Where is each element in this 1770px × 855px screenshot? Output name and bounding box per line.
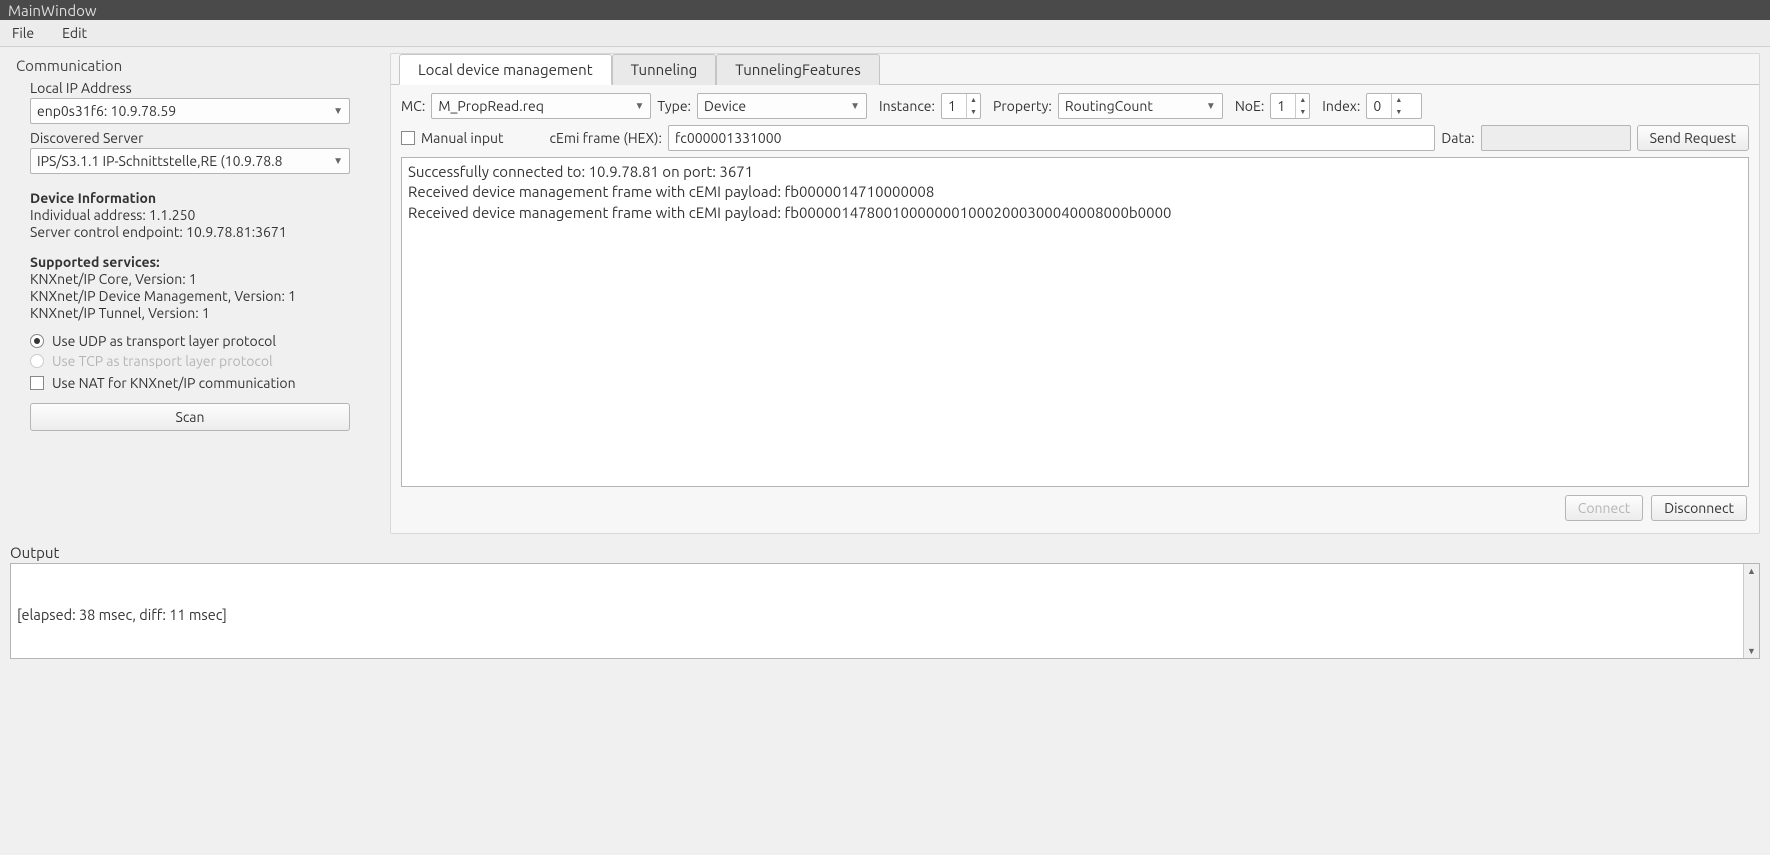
property-value: RoutingCount [1065,98,1153,114]
instance-spinner[interactable]: 1 ▲▼ [941,93,981,119]
communication-group: Communication Local IP Address enp0s31f6… [10,53,380,435]
cemi-label: cEmi frame (HEX): [550,130,662,146]
supported-services-header: Supported services: [30,254,160,270]
chevron-down-icon: ▼ [1206,100,1216,112]
type-value: Device [704,98,746,114]
radio-udp[interactable] [30,334,44,348]
check-nat-row[interactable]: Use NAT for KNXnet/IP communication [30,375,374,391]
index-spinner[interactable]: 0 ▲▼ [1366,93,1422,119]
tab-tunneling[interactable]: Tunneling [612,54,717,85]
mc-label: MC: [401,98,425,114]
type-select[interactable]: Device ▼ [697,93,867,119]
communication-title: Communication [16,57,374,74]
scroll-down-icon[interactable]: ▼ [1746,644,1757,658]
log-line: Received device management frame with cE… [408,182,1742,202]
tab-panel-local: MC: M_PropRead.req ▼ Type: Device ▼ Inst… [391,84,1759,533]
scrollbar[interactable]: ▲ ▼ [1743,564,1759,658]
check-nat[interactable] [30,376,44,390]
radio-tcp-label: Use TCP as transport layer protocol [52,353,273,369]
radio-udp-label: Use UDP as transport layer protocol [52,333,276,349]
menu-file[interactable]: File [6,23,40,43]
manual-input-check[interactable] [401,131,415,145]
output-title: Output [10,544,1760,561]
chevron-down-icon: ▼ [333,105,343,117]
noe-value: 1 [1271,94,1295,118]
device-info-header: Device Information [30,190,156,206]
mc-value: M_PropRead.req [438,98,544,114]
index-value: 0 [1367,94,1391,118]
radio-tcp-row: Use TCP as transport layer protocol [30,353,374,369]
log-output[interactable]: Successfully connected to: 10.9.78.81 on… [401,157,1749,487]
send-request-button[interactable]: Send Request [1637,125,1749,151]
noe-spinner[interactable]: 1 ▲▼ [1270,93,1310,119]
discovered-server-label: Discovered Server [30,130,374,146]
tab-local-device-management[interactable]: Local device management [399,54,612,85]
scroll-up-icon[interactable]: ▲ [1746,564,1757,578]
local-ip-combo[interactable]: enp0s31f6: 10.9.78.59 ▼ [30,98,350,124]
spin-up-icon[interactable]: ▲ [1392,94,1405,106]
disconnect-button[interactable]: Disconnect [1651,495,1747,521]
service-core: KNXnet/IP Core, Version: 1 [30,271,374,287]
window-titlebar: MainWindow [0,0,1770,20]
chevron-down-icon: ▼ [634,100,644,112]
spin-down-icon[interactable]: ▼ [967,106,980,118]
type-label: Type: [657,98,691,114]
output-group: Output [elapsed: 38 msec, diff: 11 msec]… [0,544,1770,669]
menubar: File Edit [0,20,1770,47]
log-line: Received device management frame with cE… [408,203,1742,223]
connect-button: Connect [1565,495,1644,521]
service-tunnel: KNXnet/IP Tunnel, Version: 1 [30,305,374,321]
discovered-server-value: IPS/S3.1.1 IP-Schnittstelle,RE (10.9.78.… [37,153,282,169]
spin-down-icon[interactable]: ▼ [1296,106,1309,118]
output-line: [elapsed: 38 msec, diff: 11 msec] [17,605,1753,625]
server-control-endpoint: Server control endpoint: 10.9.78.81:3671 [30,224,374,240]
spin-up-icon[interactable]: ▲ [1296,94,1309,106]
chevron-down-icon: ▼ [333,155,343,167]
device-information: Device Information Individual address: 1… [30,190,374,321]
log-line: Successfully connected to: 10.9.78.81 on… [408,162,1742,182]
instance-label: Instance: [879,98,935,114]
tab-tunneling-features[interactable]: TunnelingFeatures [716,54,879,85]
radio-tcp [30,354,44,368]
content-area: Local device management Tunneling Tunnel… [390,53,1760,534]
index-label: Index: [1322,98,1360,114]
individual-address: Individual address: 1.1.250 [30,207,374,223]
manual-input-label: Manual input [421,130,504,146]
cemi-frame-value: fc000001331000 [675,130,782,146]
noe-label: NoE: [1235,98,1264,114]
mc-select[interactable]: M_PropRead.req ▼ [431,93,651,119]
property-select[interactable]: RoutingCount ▼ [1058,93,1223,119]
scan-button[interactable]: Scan [30,403,350,431]
menu-edit[interactable]: Edit [56,23,93,43]
local-ip-label: Local IP Address [30,80,374,96]
tabs: Local device management Tunneling Tunnel… [391,53,1759,84]
spin-up-icon[interactable]: ▲ [967,94,980,106]
cemi-frame-input[interactable]: fc000001331000 [668,125,1435,151]
check-nat-label: Use NAT for KNXnet/IP communication [52,375,296,391]
service-device-mgmt: KNXnet/IP Device Management, Version: 1 [30,288,374,304]
output-textarea[interactable]: [elapsed: 38 msec, diff: 11 msec] Receiv… [10,563,1760,659]
property-label: Property: [993,98,1052,114]
chevron-down-icon: ▼ [850,100,860,112]
instance-value: 1 [942,94,966,118]
local-ip-value: enp0s31f6: 10.9.78.59 [37,103,176,119]
data-label: Data: [1441,130,1474,146]
discovered-server-combo[interactable]: IPS/S3.1.1 IP-Schnittstelle,RE (10.9.78.… [30,148,350,174]
spin-down-icon[interactable]: ▼ [1392,106,1405,118]
radio-udp-row[interactable]: Use UDP as transport layer protocol [30,333,374,349]
window-title: MainWindow [8,2,97,19]
data-input [1481,125,1631,151]
